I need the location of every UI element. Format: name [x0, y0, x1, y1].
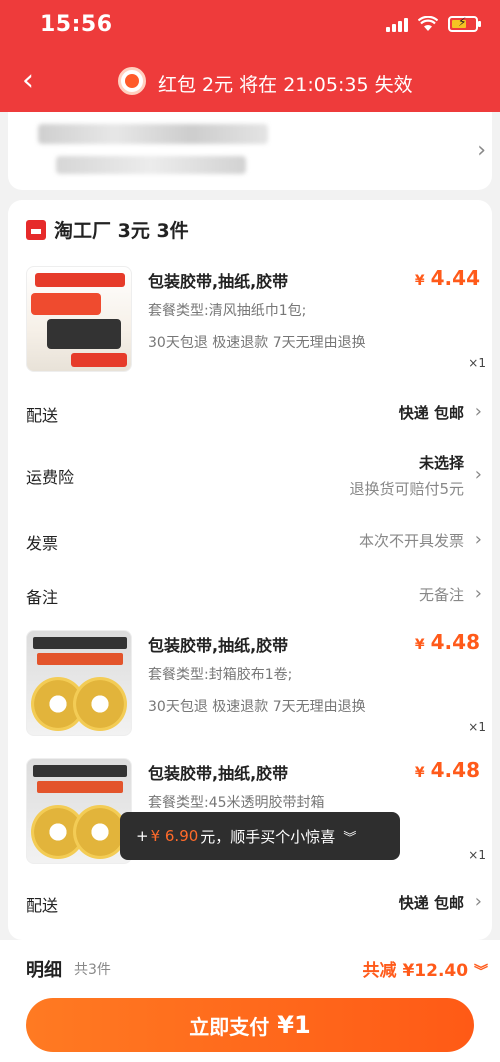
item-spec: 套餐类型:清风抽纸巾1包;: [148, 303, 307, 319]
insurance-subtext: 退换货可赔付5元: [349, 480, 464, 498]
delivery-label: 配送: [26, 896, 59, 915]
chevron-down-icon: ︾: [343, 830, 357, 846]
pay-now-button[interactable]: 立即支付 ¥1: [26, 998, 474, 1052]
delivery-value: 快递 包邮: [398, 404, 464, 422]
item-price: ¥4.48: [414, 630, 480, 654]
item-quantity: ×1: [468, 720, 486, 734]
invoice-value: 本次不开具发票: [358, 532, 464, 550]
item-service-tags: 30天包退 极速退款 7天无理由退换: [148, 699, 366, 715]
address-name-blurred: [38, 124, 268, 144]
item-title: 包装胶带,抽纸,胶带: [148, 272, 289, 291]
product-image[interactable]: [26, 758, 132, 864]
chevron-right-icon: ›: [474, 529, 482, 550]
order-item[interactable]: 包装胶带,抽纸,胶带 套餐类型:封箱胶布1卷; 30天包退 极速退款 7天无理由…: [26, 630, 486, 740]
address-detail-blurred: [56, 156, 246, 174]
insurance-value: 未选择: [418, 454, 464, 472]
product-image[interactable]: [26, 266, 132, 372]
item-title: 包装胶带,抽纸,胶带: [148, 764, 289, 783]
chevron-down-icon: ︾: [474, 964, 488, 980]
item-quantity: ×1: [468, 356, 486, 370]
chevron-right-icon: ›: [474, 583, 482, 604]
item-count: 共3件: [74, 962, 111, 978]
detail-label[interactable]: 明细: [26, 956, 62, 982]
store-name: 淘工厂 3元 3件: [54, 220, 189, 242]
note-label: 备注: [26, 588, 59, 607]
note-value: 无备注: [418, 586, 464, 604]
alarm-clock-icon: [118, 67, 146, 95]
item-service-tags: 30天包退 极速退款 7天无理由退换: [148, 335, 366, 351]
item-spec: 套餐类型:45米透明胶带封箱: [148, 795, 325, 811]
product-image[interactable]: [26, 630, 132, 736]
item-title: 包装胶带,抽纸,胶带: [148, 636, 289, 655]
chevron-right-icon: ›: [474, 464, 482, 485]
order-item[interactable]: 包装胶带,抽纸,胶带 套餐类型:清风抽纸巾1包; 30天包退 极速退款 7天无理…: [26, 266, 486, 376]
back-icon[interactable]: ‹: [22, 66, 34, 96]
signal-icon: [386, 16, 408, 32]
chevron-right-icon: ›: [474, 401, 482, 422]
delivery-label: 配送: [26, 406, 59, 425]
shipping-insurance-row[interactable]: 运费险 未选择 退换货可赔付5元 ›: [26, 452, 486, 498]
chevron-right-icon: ›: [477, 138, 486, 163]
item-price: ¥4.48: [414, 758, 480, 782]
item-price: ¥4.44: [414, 266, 480, 290]
wifi-icon: [418, 16, 438, 31]
battery-icon: ⚡: [448, 15, 481, 32]
item-quantity: ×1: [468, 848, 486, 862]
coupon-countdown: 红包 2元 将在 21:05:35 失效: [158, 74, 413, 96]
discount-summary[interactable]: 共减 ¥12.40 ︾: [363, 956, 488, 981]
address-card[interactable]: ›: [8, 112, 492, 190]
invoice-label: 发票: [26, 534, 59, 553]
header-bar: 15:56 ⚡ ‹ 红包 2元 将在 21:05:35 失效: [0, 0, 500, 112]
status-icons: ⚡: [386, 15, 481, 32]
store-header: 淘工厂 3元 3件: [26, 216, 189, 243]
upsell-amount: ¥ 6.90: [150, 827, 199, 845]
checkout-bar: 明细 共3件 共减 ¥12.40 ︾ 立即支付 ¥1: [0, 940, 500, 1062]
chevron-right-icon: ›: [474, 891, 482, 912]
delivery-value: 快递 包邮: [398, 894, 464, 912]
item-spec: 套餐类型:封箱胶布1卷;: [148, 667, 293, 683]
status-time: 15:56: [40, 12, 113, 37]
store-logo-icon: [26, 219, 46, 240]
insurance-label: 运费险: [26, 468, 75, 487]
upsell-toast[interactable]: + ¥ 6.90 元，顺手买个小惊喜 ︾: [120, 812, 400, 860]
